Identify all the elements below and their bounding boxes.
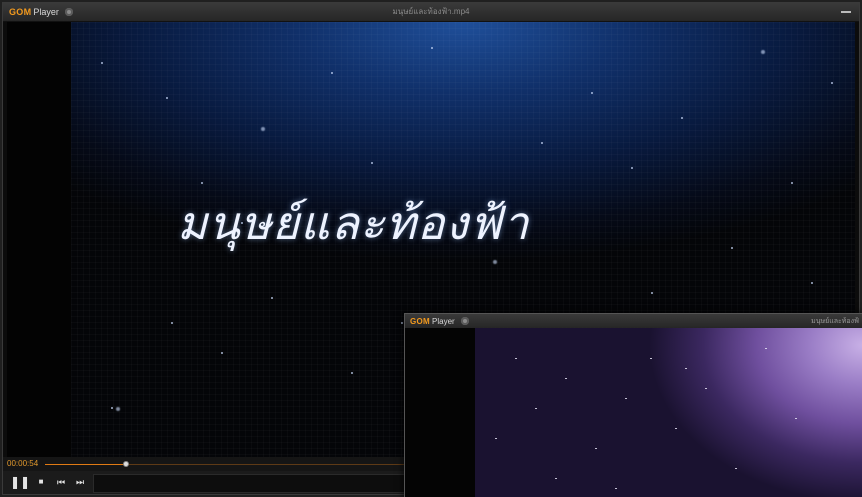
star [101, 62, 103, 64]
star [495, 438, 497, 439]
star [735, 468, 737, 469]
star [831, 82, 833, 84]
star [535, 408, 537, 409]
star [705, 388, 707, 389]
star [811, 282, 813, 284]
star [761, 50, 765, 54]
nebula-background [475, 328, 862, 497]
star [791, 182, 793, 184]
star [651, 292, 653, 294]
pause-icon[interactable]: ❚❚ [10, 475, 30, 489]
star [675, 428, 677, 429]
star [625, 398, 627, 399]
next-icon[interactable]: ⏭ [73, 475, 87, 489]
previous-icon[interactable]: ⏮ [54, 475, 68, 489]
second-player-window[interactable]: GOM Player มนุษย์และท้องฟ้ [404, 313, 862, 497]
star [351, 372, 353, 374]
star [615, 488, 617, 489]
seek-progress [45, 464, 126, 465]
star [166, 97, 168, 99]
star [201, 182, 203, 184]
star [111, 407, 113, 409]
gom-logo[interactable]: GOM Player [410, 316, 469, 328]
star [765, 348, 767, 349]
main-titlebar[interactable]: GOM Player มนุษย์และท้องฟ้า.mp4 [3, 3, 859, 22]
video-title-text: มนุษย์และท้องฟ้า [177, 196, 530, 250]
star [515, 358, 517, 359]
seek-handle[interactable] [123, 461, 129, 467]
brand-suffix: Player [432, 317, 455, 326]
star [555, 478, 557, 479]
star [795, 418, 797, 419]
brand-label: GOM [410, 317, 431, 326]
star [271, 297, 273, 299]
star [493, 260, 497, 264]
window-title: มนุษย์และท้องฟ้ [811, 318, 859, 325]
star [221, 352, 223, 354]
star [261, 127, 265, 131]
star [116, 407, 120, 411]
star [431, 47, 433, 49]
star [595, 448, 597, 449]
star [371, 162, 373, 164]
star [171, 322, 173, 324]
star [541, 142, 543, 144]
star [685, 368, 687, 369]
video-area[interactable] [405, 328, 862, 497]
stop-icon[interactable]: ■ [34, 475, 48, 489]
star [650, 358, 652, 359]
star [401, 322, 403, 324]
second-titlebar[interactable]: GOM Player มนุษย์และท้องฟ้ [405, 314, 862, 329]
letterbox [7, 22, 71, 457]
current-time: 00:00:54 [7, 459, 39, 468]
star [591, 92, 593, 94]
star [565, 378, 567, 379]
window-title: มนุษย์และท้องฟ้า.mp4 [392, 7, 470, 16]
minimize-icon[interactable] [841, 11, 851, 13]
star [331, 72, 333, 74]
desktop: GOM Player มนุษย์และท้องฟ้า.mp4 มนุษย์แล… [0, 0, 862, 497]
star [681, 117, 683, 119]
star [631, 167, 633, 169]
settings-icon[interactable] [460, 317, 469, 325]
